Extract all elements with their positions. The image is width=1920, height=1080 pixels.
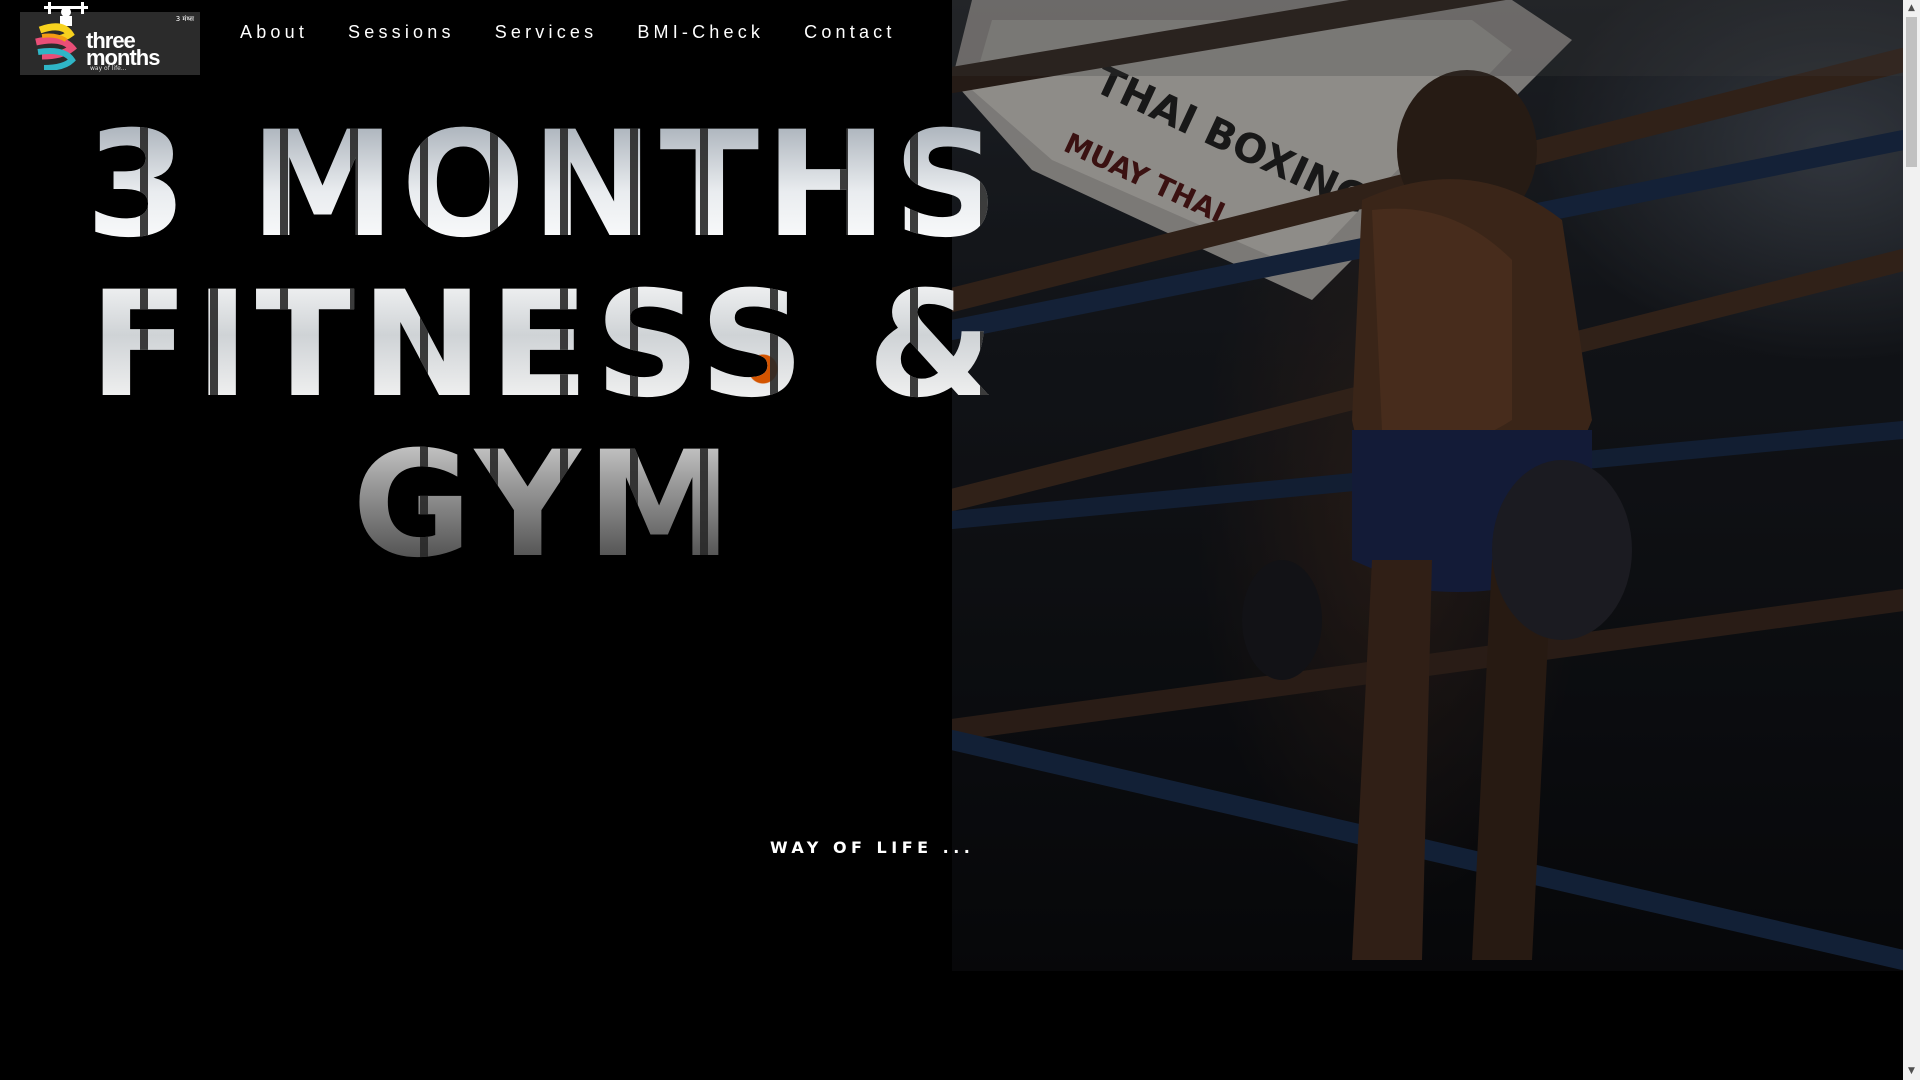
nav-link-about[interactable]: About — [240, 18, 308, 46]
hero-tagline: WAY OF LIFE ... — [770, 838, 975, 857]
nav-link-bmi-check[interactable]: BMI-Check — [637, 18, 764, 46]
hero-heading: 3 MONTHS FITNESS & GYM — [0, 105, 1090, 585]
hero-heading-line-1: 3 MONTHS — [85, 100, 1005, 270]
boxing-ring-illustration: THAI BOXING MUAY THAI — [952, 0, 1903, 971]
nav-link-services[interactable]: Services — [495, 18, 598, 46]
logo-tagline: way of life... — [90, 65, 127, 72]
hero-image: THAI BOXING MUAY THAI — [952, 0, 1903, 971]
hero-heading-line-3: GYM — [352, 420, 738, 590]
nav-link-contact[interactable]: Contact — [804, 18, 895, 46]
nav-link-sessions[interactable]: Sessions — [348, 18, 455, 46]
page: THAI BOXING MUAY THAI 3 मंथ्स three mont… — [0, 0, 1920, 1080]
site-logo[interactable]: 3 मंथ्स three months way of life... — [20, 2, 200, 75]
scrollbar-thumb[interactable] — [1906, 17, 1917, 167]
scroll-up-icon[interactable]: ▲ — [1903, 0, 1920, 17]
header-overlay — [952, 0, 1903, 76]
scroll-down-icon[interactable]: ▼ — [1903, 1063, 1920, 1080]
logo-corner-tag: 3 मंथ्स — [175, 15, 194, 23]
hero-heading-line-2: FITNESS & — [89, 260, 1001, 430]
page-scrollbar[interactable]: ▲ ▼ — [1903, 0, 1920, 1080]
main-nav: About Sessions Services BMI-Check Contac… — [240, 18, 936, 46]
